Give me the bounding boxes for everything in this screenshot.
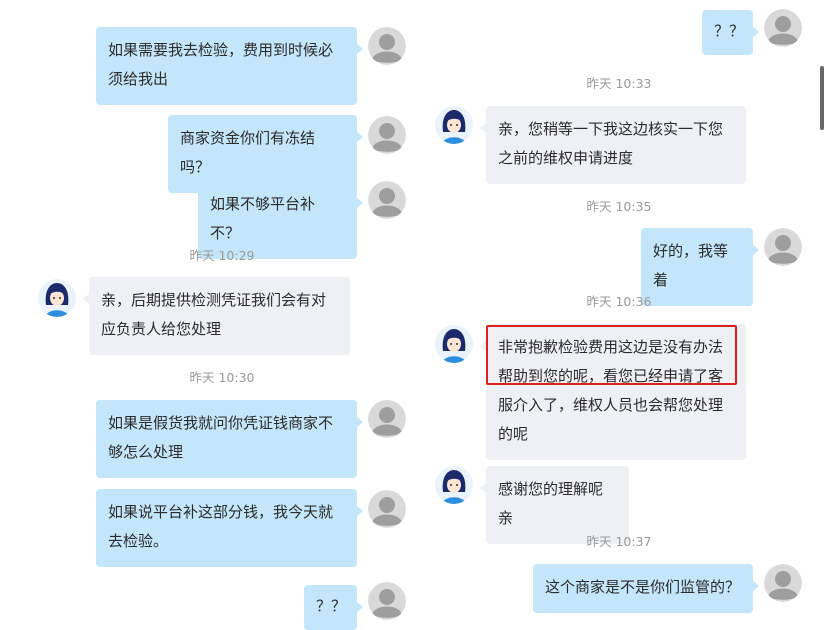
- timestamp: 昨天 10:29: [189, 248, 255, 263]
- message-bubble-sent[interactable]: ？？: [304, 585, 363, 630]
- message-line: 去检验。: [108, 532, 169, 550]
- message-line: 商家资金你们有冻结吗？: [180, 129, 316, 176]
- message-line: 如果需要我去检验，费用到时候必: [108, 41, 334, 59]
- message-line: 亲，您稍等一下我这边核实一下您: [498, 120, 724, 138]
- message-line: 如果不够平台补不？: [210, 195, 316, 242]
- message-bubble-sent[interactable]: 如果是假货我就问你凭证钱商家不 够怎么处理: [96, 400, 363, 478]
- default-user-avatar-icon[interactable]: [368, 490, 406, 528]
- message-line: 须给我出: [108, 70, 169, 88]
- message-line: 如果说平台补这部分钱，我今天就: [108, 503, 334, 521]
- customer-service-agent-icon[interactable]: [435, 106, 473, 144]
- timestamp: 昨天 10:30: [189, 370, 255, 385]
- message-line: 够怎么处理: [108, 443, 184, 461]
- message-bubble-received[interactable]: 亲，您稍等一下我这边核实一下您 之前的维权申请进度: [480, 106, 746, 184]
- message-bubble-sent[interactable]: 如果说平台补这部分钱，我今天就 去检验。: [96, 489, 363, 567]
- message-bubble-sent[interactable]: 这个商家是不是你们监管的？: [533, 564, 759, 613]
- message-line: 的呢: [498, 425, 529, 443]
- message-line: 这个商家是不是你们监管的？: [545, 578, 741, 596]
- timestamp: 昨天 10:36: [586, 294, 652, 309]
- message-line: 如果是假货我就问你凭证钱商家不: [108, 414, 334, 432]
- scrollbar[interactable]: [820, 66, 824, 130]
- message-line: 好的，我等着: [653, 242, 729, 289]
- default-user-avatar-icon[interactable]: [764, 9, 802, 47]
- default-user-avatar-icon[interactable]: [368, 400, 406, 438]
- message-bubble-received[interactable]: 非常抱歉检验费用这边是没有办法 帮助到您的呢，看您已经申请了客 服介入了，维权人…: [480, 324, 746, 460]
- customer-service-agent-icon[interactable]: [38, 279, 76, 317]
- timestamp: 昨天 10:33: [586, 76, 652, 91]
- default-user-avatar-icon[interactable]: [368, 116, 406, 154]
- customer-service-agent-icon[interactable]: [435, 466, 473, 504]
- customer-service-agent-icon[interactable]: [435, 325, 473, 363]
- timestamp: 昨天 10:37: [586, 534, 652, 549]
- default-user-avatar-icon[interactable]: [764, 228, 802, 266]
- message-line: 亲，后期提供检测凭证我们会有对: [101, 291, 327, 309]
- default-user-avatar-icon[interactable]: [764, 564, 802, 602]
- message-line: 帮助到您的呢，看您已经申请了客: [498, 367, 724, 385]
- message-line: 感谢您的理解呢亲: [498, 480, 604, 527]
- message-bubble-sent[interactable]: ？？: [702, 10, 759, 55]
- message-line: ？？: [316, 597, 347, 615]
- default-user-avatar-icon[interactable]: [368, 582, 406, 620]
- default-user-avatar-icon[interactable]: [368, 27, 406, 65]
- message-bubble-received[interactable]: 感谢您的理解呢亲: [480, 466, 629, 544]
- message-line: 服介入了，维权人员也会帮您处理: [498, 396, 724, 414]
- message-line: 之前的维权申请进度: [498, 149, 634, 167]
- message-line: 应负责人给您处理: [101, 320, 222, 338]
- message-bubble-received[interactable]: 亲，后期提供检测凭证我们会有对 应负责人给您处理: [83, 277, 350, 355]
- message-line: 非常抱歉检验费用这边是没有办法: [498, 338, 724, 356]
- default-user-avatar-icon[interactable]: [368, 181, 406, 219]
- message-line: ？？: [714, 22, 745, 40]
- timestamp: 昨天 10:35: [586, 199, 652, 214]
- message-bubble-sent[interactable]: 如果需要我去检验，费用到时候必 须给我出: [96, 27, 363, 105]
